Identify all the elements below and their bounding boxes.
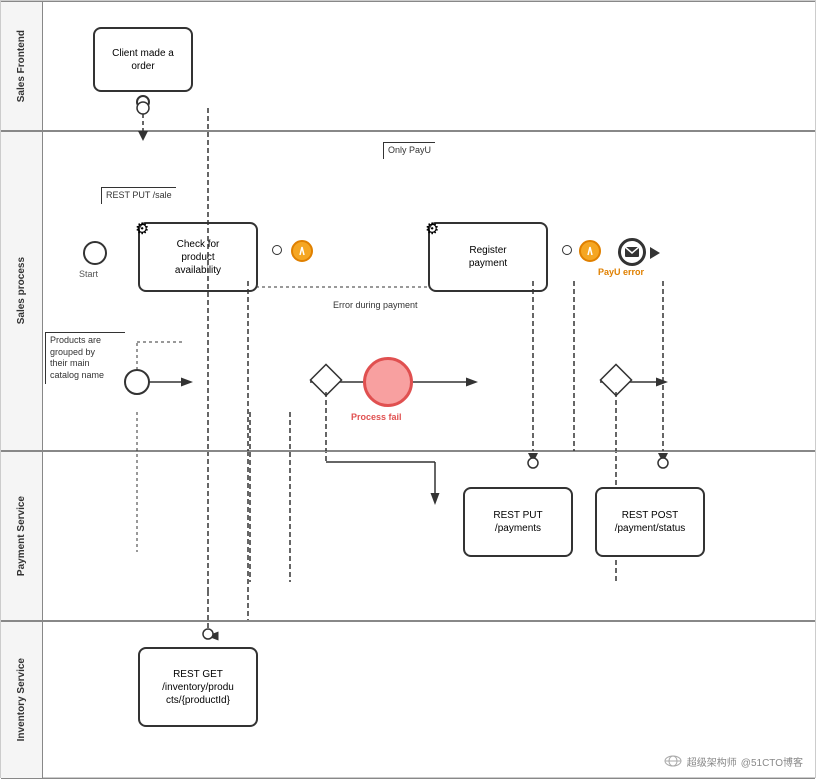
start-circle [83, 241, 107, 265]
gear-icon-check: ⚙ [135, 219, 149, 239]
payu-error-label: PayU error [598, 267, 644, 279]
rest-post-payment-status-box: REST POST /payment/status [595, 487, 705, 557]
process-fail-label: Process fail [351, 412, 402, 424]
register-payment-box: Register payment [428, 222, 548, 292]
swimlane-label-inventory: Inventory Service [1, 622, 43, 778]
swimlane-sales-frontend: Sales Frontend Client made a order [1, 1, 815, 131]
products-grouped-label: Products aregrouped bytheir maincatalog … [45, 332, 125, 384]
swimlane-payment-service: Payment Service REST PUT /payments REST … [1, 451, 815, 621]
gear-icon-register: ⚙ [425, 219, 439, 239]
diagram-container: Sales Frontend Client made a order Sales… [0, 0, 816, 778]
error-during-payment-label: Error during payment [333, 300, 418, 312]
check-product-box: Check for product availability [138, 222, 258, 292]
rest-put-payments-box: REST PUT /payments [463, 487, 573, 557]
small-circle-gw2 [562, 245, 572, 255]
process-fail-circle [363, 357, 413, 407]
client-order-box: Client made a order [93, 27, 193, 92]
rest-get-inventory-box: REST GET /inventory/produ cts/{productId… [138, 647, 258, 727]
rest-put-sale-label: REST PUT /sale [101, 187, 176, 204]
swimlane-content-sales-process: Start REST PUT /sale Check for product a… [43, 132, 815, 450]
end-arrow [650, 247, 660, 259]
orange-badge-check [291, 240, 313, 262]
only-payu-label: Only PayU [383, 142, 435, 159]
swimlane-label-sales-process: Sales process [1, 132, 43, 450]
watermark: 超级架构师 @51CTO博客 [663, 753, 803, 769]
swimlane-content-sales-frontend: Client made a order [43, 2, 815, 130]
start-event-frontend [136, 95, 150, 109]
orange-badge-register [579, 240, 601, 262]
swimlane-label-sales-frontend: Sales Frontend [1, 2, 43, 130]
swimlane-content-payment: REST PUT /payments REST POST /payment/st… [43, 452, 815, 620]
swimlane-sales-process: Sales process [1, 131, 815, 451]
end-message-circle [618, 238, 646, 266]
start-label: Start [79, 269, 98, 279]
small-circle-gw1 [272, 245, 282, 255]
watermark-icon [663, 753, 683, 769]
swimlane-label-payment: Payment Service [1, 452, 43, 620]
